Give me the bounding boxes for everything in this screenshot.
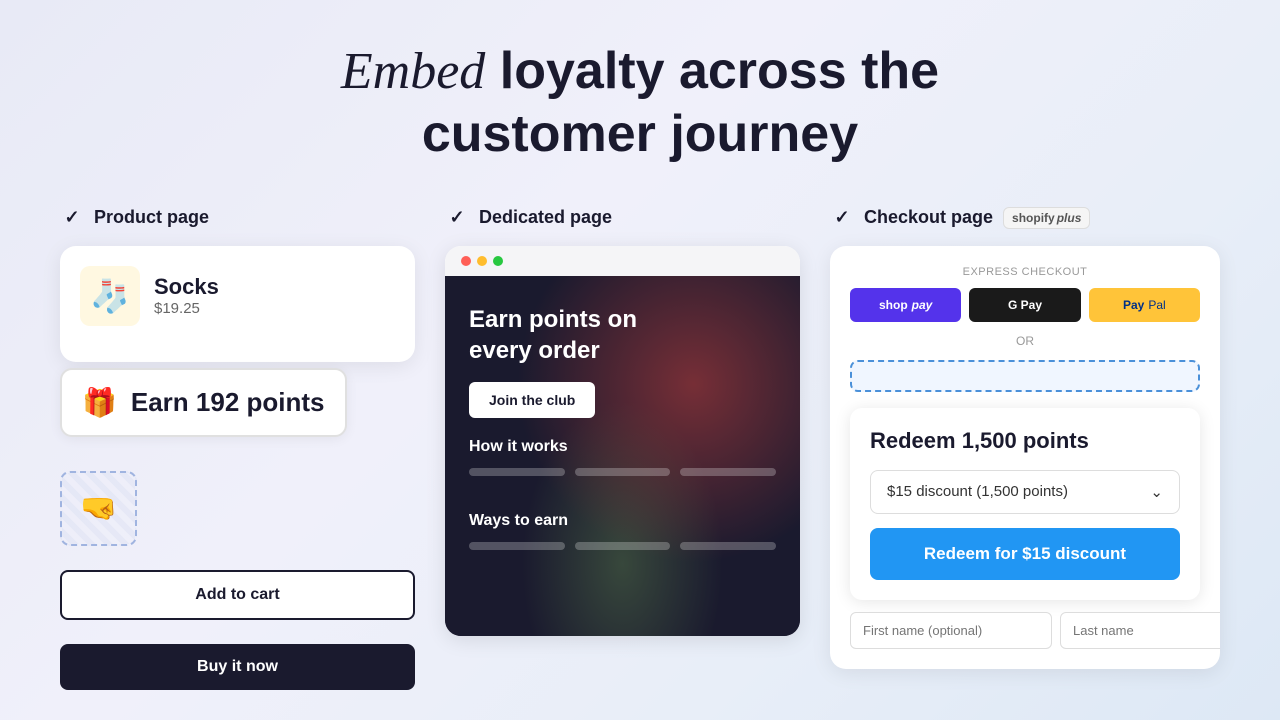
checkout-page-label: ✓ Checkout page shopifyplus (830, 206, 1090, 230)
hero-section: Embed loyalty across thecustomer journey (341, 40, 939, 166)
add-to-cart-button[interactable]: Add to cart (60, 570, 415, 620)
paypal-label: Pay (1123, 298, 1144, 312)
redeem-button[interactable]: Redeem for $15 discount (870, 528, 1180, 580)
product-name: Socks (154, 274, 219, 300)
skeleton-line-3 (680, 468, 776, 476)
skeleton-line-4 (469, 542, 565, 550)
how-it-works-title: How it works (469, 438, 776, 456)
dedicated-page-label: ✓ Dedicated page (445, 206, 612, 230)
skeleton-line-1 (469, 468, 565, 476)
gpay-label: G Pay (1008, 298, 1042, 312)
last-name-input[interactable] (1060, 612, 1220, 649)
dedicated-page-column: ✓ Dedicated page Earn points on every or… (445, 206, 800, 636)
skeleton-line-5 (575, 542, 671, 550)
drag-handle-area: 🤜 (60, 471, 137, 546)
earn-points-banner: 🎁 Earn 192 points (60, 368, 347, 437)
product-card: 🧦 Socks $19.25 (60, 246, 415, 362)
feature-columns: ✓ Product page 🧦 Socks $19.25 🎁 Earn 192… (60, 206, 1220, 690)
shop-pay-button[interactable]: shop pay (850, 288, 961, 322)
check-icon-3: ✓ (830, 206, 854, 230)
drag-cursor-icon: 🤜 (80, 491, 117, 526)
dedicated-card: Earn points on every order Join the club… (445, 246, 800, 636)
checkout-page-title: Checkout page (864, 207, 993, 228)
or-divider: OR (850, 334, 1200, 348)
shop-pay-label: shop (879, 298, 908, 312)
shopify-text: shopify (1012, 211, 1055, 225)
discount-selector[interactable]: $15 discount (1,500 points) ⌄ (870, 470, 1180, 514)
first-name-input[interactable] (850, 612, 1052, 649)
product-header: 🧦 Socks $19.25 (80, 266, 395, 326)
payment-buttons: shop pay G Pay Pay Pal (850, 288, 1200, 322)
dot-green (493, 256, 503, 266)
redeem-card: Redeem 1,500 points $15 discount (1,500 … (850, 408, 1200, 600)
hero-title-normal: Embed (341, 43, 485, 100)
gift-icon: 🎁 (82, 386, 117, 419)
dedicated-headline: Earn points on every order (469, 304, 669, 366)
shop-pay-label-2: pay (912, 298, 933, 312)
product-page-title: Product page (94, 207, 209, 228)
checkout-card: Express checkout shop pay G Pay Pay Pal O… (830, 246, 1220, 669)
product-page-column: ✓ Product page 🧦 Socks $19.25 🎁 Earn 192… (60, 206, 415, 690)
dedicated-overlay: Earn points on every order Join the club (445, 276, 800, 418)
chevron-down-icon: ⌄ (1150, 483, 1163, 501)
hero-title-bold: loyalty across thecustomer journey (422, 42, 939, 163)
redeem-title: Redeem 1,500 points (870, 428, 1180, 454)
skeleton-line-2 (575, 468, 671, 476)
express-checkout-label: Express checkout (850, 266, 1200, 278)
plus-text: plus (1057, 211, 1082, 225)
dedicated-content: Earn points on every order Join the club… (445, 276, 800, 636)
ways-to-earn-section: Ways to earn (445, 496, 800, 566)
skeleton-line-6 (680, 542, 776, 550)
earn-points-text: Earn 192 points (131, 387, 325, 418)
product-price: $19.25 (154, 300, 219, 317)
checkout-page-column: ✓ Checkout page shopifyplus Express chec… (830, 206, 1220, 669)
buy-now-button[interactable]: Buy it now (60, 644, 415, 690)
checkout-inner: Express checkout shop pay G Pay Pay Pal O… (830, 246, 1220, 669)
skeleton-lines-2 (469, 542, 776, 550)
coupon-input-area (850, 360, 1200, 392)
product-image: 🧦 (80, 266, 140, 326)
shopify-plus-badge: shopifyplus (1003, 207, 1090, 229)
paypal-label-2: Pal (1148, 298, 1165, 312)
product-page-label: ✓ Product page (60, 206, 209, 230)
ways-to-earn-title: Ways to earn (469, 512, 776, 530)
dot-yellow (477, 256, 487, 266)
check-icon-2: ✓ (445, 206, 469, 230)
skeleton-lines (469, 468, 776, 476)
browser-bar (445, 246, 800, 276)
check-icon: ✓ (60, 206, 84, 230)
dot-red (461, 256, 471, 266)
paypal-button[interactable]: Pay Pal (1089, 288, 1200, 322)
dedicated-page-title: Dedicated page (479, 207, 612, 228)
sock-emoji: 🧦 (90, 277, 130, 315)
checkout-form (850, 612, 1200, 649)
product-info: Socks $19.25 (154, 274, 219, 317)
join-club-button[interactable]: Join the club (469, 382, 595, 418)
discount-option-text: $15 discount (1,500 points) (887, 483, 1068, 500)
how-it-works-section: How it works (445, 418, 800, 496)
google-pay-button[interactable]: G Pay (969, 288, 1080, 322)
